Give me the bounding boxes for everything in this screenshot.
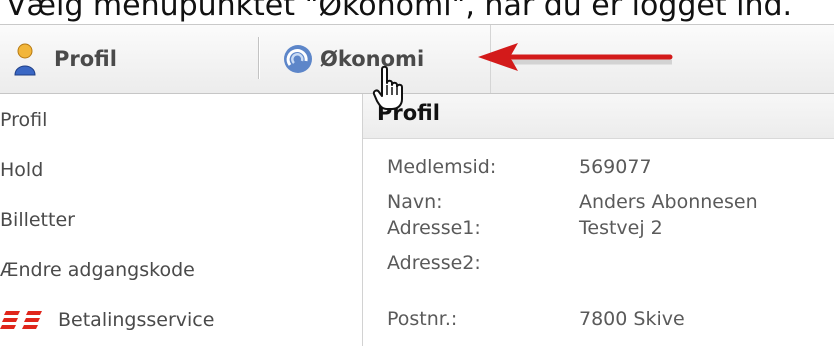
instruction-caption: Vælg menupunktet "Økonomi", når du er lo…: [6, 0, 793, 23]
sidebar-item-label: Hold: [0, 159, 44, 181]
sidebar-item-profil[interactable]: Profil: [0, 104, 47, 136]
sidebar-item-label: Profil: [0, 109, 48, 131]
hand-cursor-icon: [372, 65, 403, 110]
main-panel: Profil Medlemsid: 569077 Navn: Anders Ab…: [363, 94, 834, 346]
field-label-adresse2: Adresse2:: [387, 252, 481, 274]
sidebar-item-label: Betalingsservice: [58, 309, 215, 331]
sidebar-item-aendre-adgangskode[interactable]: Ændre adgangskode: [0, 254, 195, 286]
menu-item-profil-label: Profil: [54, 47, 117, 71]
red-arrow-annotation: [478, 43, 673, 71]
field-label-medlemsid: Medlemsid:: [387, 156, 497, 178]
sidebar-item-label: Billetter: [0, 209, 75, 231]
field-value-postnr: 7800 Skive: [579, 308, 685, 330]
field-value-adresse1: Testvej 2: [579, 217, 663, 239]
top-menu-bar: Profil Økonomi: [0, 25, 834, 94]
app-frame: Profil Økonomi Profil Hold Billetter Ænd…: [0, 24, 834, 346]
field-label-navn: Navn:: [387, 191, 443, 213]
field-value-navn: Anders Abonnesen: [579, 191, 758, 213]
panel-header: Profil: [363, 94, 834, 139]
sidebar: Profil Hold Billetter Ændre adgangskode: [0, 94, 363, 346]
sidebar-item-billetter[interactable]: Billetter: [0, 204, 75, 236]
sidebar-item-hold[interactable]: Hold: [0, 154, 43, 186]
field-value-medlemsid: 569077: [579, 156, 652, 178]
field-label-postnr: Postnr.:: [387, 308, 458, 330]
swirl-icon: [284, 45, 312, 73]
person-icon: [14, 43, 36, 76]
menu-item-profil[interactable]: Profil: [12, 25, 117, 93]
menu-divider: [258, 37, 259, 79]
sidebar-item-betalingsservice[interactable]: Betalingsservice: [0, 304, 214, 336]
betalingsservice-logo: [0, 311, 42, 329]
field-label-adresse1: Adresse1:: [387, 217, 481, 239]
sidebar-item-label: Ændre adgangskode: [0, 259, 195, 281]
